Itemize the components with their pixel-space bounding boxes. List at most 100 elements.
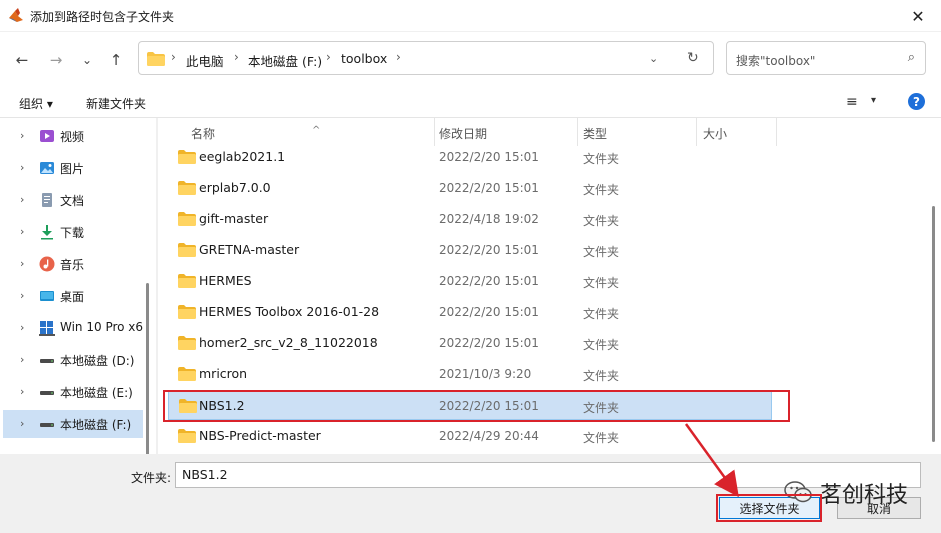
file-row[interactable]: NBS-Predict-master 2022/4/29 20:44 文件夹 [168,421,772,451]
chevron-right-icon[interactable]: › [20,385,24,398]
chevron-right-icon[interactable]: › [20,353,24,366]
sidebar-item-label: 音乐 [60,258,85,272]
recent-locations-button[interactable]: ⌄ [76,49,98,71]
sidebar-item-desktop[interactable]: › 桌面 [3,282,143,310]
address-dropdown-icon[interactable]: ⌄ [649,52,658,65]
sidebar-item-label: 图片 [60,162,85,176]
file-type: 文件夹 [583,245,620,259]
folder-icon [178,336,196,350]
navigation-bar: ← → ⌄ ↑ › 此电脑 › 本地磁盘 (F:) › toolbox › ⌄ … [0,32,941,86]
column-header-label: 大小 [703,127,728,141]
back-arrow-icon: ← [15,51,29,69]
watermark-text: 茗创科技 [820,483,909,508]
file-row[interactable]: erplab7.0.0 2022/2/20 15:01 文件夹 [168,173,772,203]
folder-icon [178,150,196,164]
file-name: gift-master [199,211,269,226]
sidebar-item-videos[interactable]: › 视频 [3,122,143,150]
folder-icon [179,399,197,413]
up-button[interactable]: ↑ [105,49,127,71]
file-type: 文件夹 [583,152,620,166]
column-divider[interactable] [776,118,777,146]
file-row[interactable]: HERMES Toolbox 2016-01-28 2022/2/20 15:0… [168,297,772,327]
view-list-icon[interactable]: ≡ [846,94,858,110]
forward-arrow-icon: → [49,51,63,69]
column-header-label: 类型 [583,127,608,141]
desktop-icon [40,291,54,301]
back-button[interactable]: ← [11,49,33,71]
chevron-right-icon[interactable]: › [20,225,24,238]
file-row[interactable]: HERMES 2022/2/20 15:01 文件夹 [168,266,772,296]
search-icon: ⌕ [907,50,915,65]
search-placeholder: 搜索"toolbox" [736,54,816,68]
chevron-right-icon[interactable]: › [20,417,24,430]
view-dropdown-icon[interactable]: ▾ [871,95,876,106]
drive-icon [40,423,54,427]
file-date: 2021/10/3 9:20 [439,367,532,381]
sidebar-scrollbar[interactable] [146,283,149,454]
file-date: 2022/2/20 15:01 [439,399,539,413]
sidebar-item-label: 本地磁盘 (D:) [60,354,135,368]
sidebar-item-documents[interactable]: › 文档 [3,186,143,214]
breadcrumb-this-pc[interactable]: 此电脑 [186,51,224,70]
sort-ascending-icon: ^ [312,125,321,136]
folder-icon [178,367,196,381]
chevron-right-icon[interactable]: › [20,289,24,302]
breadcrumb-separator: › [171,50,176,64]
windows-icon [39,321,55,336]
chevron-right-icon[interactable]: › [20,193,24,206]
file-row[interactable]: GRETNA-master 2022/2/20 15:01 文件夹 [168,235,772,265]
organize-menu[interactable]: 组织 ▾ [19,95,53,112]
sidebar-item-downloads[interactable]: › 下载 [3,218,143,246]
chevron-right-icon[interactable]: › [20,129,24,142]
file-name: HERMES Toolbox 2016-01-28 [199,304,380,319]
navigation-pane: › 视频 › 图片 › 文档 › 下载 › 音乐 › 桌面 › Win 10 P… [0,118,156,454]
up-arrow-icon: ↑ [109,51,123,69]
help-icon[interactable]: ? [908,93,925,110]
drive-icon [40,359,54,363]
file-row[interactable]: homer2_src_v2_8_11022018 2022/2/20 15:01… [168,328,772,358]
document-icon [42,193,52,207]
file-row-selected[interactable]: NBS1.2 2022/2/20 15:01 文件夹 [168,390,772,420]
sidebar-item-pictures[interactable]: › 图片 [3,154,143,182]
close-icon: ✕ [911,6,925,26]
search-input[interactable]: 搜索"toolbox" ⌕ [726,41,926,75]
sidebar-item-label: Win 10 Pro x6 [60,320,144,334]
breadcrumb-drive-f[interactable]: 本地磁盘 (F:) [248,51,322,70]
folder-icon [178,274,196,288]
address-bar[interactable]: › 此电脑 › 本地磁盘 (F:) › toolbox › ⌄ ↻ [138,41,714,75]
sidebar-item-drive-d[interactable]: › 本地磁盘 (D:) [3,346,143,374]
folder-icon [178,212,196,226]
file-name: NBS-Predict-master [199,428,321,443]
chevron-right-icon[interactable]: › [20,161,24,174]
column-header-label: 修改日期 [439,127,488,141]
breadcrumb-separator: › [234,50,239,64]
column-header-label: 名称 [191,127,216,141]
new-folder-button[interactable]: 新建文件夹 [86,95,146,112]
breadcrumb-toolbox[interactable]: toolbox [341,51,387,66]
file-type: 文件夹 [583,431,620,445]
refresh-icon[interactable]: ↻ [687,50,699,66]
file-row[interactable]: gift-master 2022/4/18 19:02 文件夹 [168,204,772,234]
file-type: 文件夹 [583,307,620,321]
sidebar-item-drive-e[interactable]: › 本地磁盘 (E:) [3,378,143,406]
sidebar-item-label: 本地磁盘 (F:) [60,418,132,432]
sidebar-item-windows-drive[interactable]: › Win 10 Pro x6 [3,314,143,342]
file-list-scrollbar[interactable] [932,206,935,442]
wechat-icon [784,481,812,503]
file-row[interactable]: mricron 2021/10/3 9:20 文件夹 [168,359,772,389]
sidebar-item-label: 桌面 [60,290,85,304]
file-type: 文件夹 [583,276,620,290]
file-name: GRETNA-master [199,242,300,257]
chevron-down-icon: ⌄ [81,53,93,67]
chevron-right-icon[interactable]: › [20,321,24,334]
forward-button[interactable]: → [45,49,67,71]
file-row[interactable]: eeglab2021.1 2022/2/20 15:01 文件夹 [168,142,772,172]
chevron-right-icon[interactable]: › [20,257,24,270]
file-date: 2022/2/20 15:01 [439,181,539,195]
file-name: homer2_src_v2_8_11022018 [199,335,378,350]
close-button[interactable]: ✕ [895,0,941,32]
file-date: 2022/2/20 15:01 [439,274,539,288]
sidebar-item-music[interactable]: › 音乐 [3,250,143,278]
sidebar-item-drive-f[interactable]: › 本地磁盘 (F:) [3,410,143,438]
watermark: 茗创科技 [784,477,924,508]
